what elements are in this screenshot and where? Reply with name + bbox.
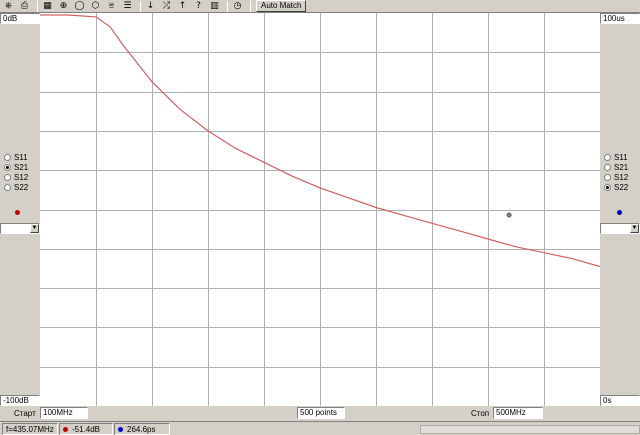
left-marker-color-icon[interactable] (15, 210, 20, 215)
chevron-down-icon[interactable]: ▼ (30, 224, 39, 233)
points-input[interactable]: 500 points (297, 407, 345, 419)
right-trace-select[interactable]: ▼ (600, 223, 640, 234)
left-radio-s12[interactable]: S12 (4, 172, 28, 182)
stop-frequency-input[interactable]: 500MHz (493, 407, 543, 419)
scale-icon[interactable]: ⩸ (105, 0, 118, 12)
radio-button-icon[interactable] (604, 153, 611, 161)
clock-icon[interactable]: ◷ (231, 0, 244, 12)
left-radio-s22[interactable]: S22 (4, 182, 28, 192)
radio-button-icon[interactable] (604, 183, 611, 191)
start-label: Старт (14, 409, 36, 418)
radio-button-icon[interactable] (4, 153, 11, 161)
radio-label: S22 (614, 182, 629, 192)
red-marker-icon (63, 426, 68, 432)
sweep-controls: Старт 100MHz 500 points Стоп 500MHz (0, 406, 640, 420)
right-top-scale[interactable]: 100us (600, 13, 640, 24)
stop-label: Стоп (471, 409, 490, 418)
toolbar-buttons: ⎈ ⎙ ▦ ⊕ ◯ ⬡ ⩸ ☰ ↓ ⤮ ↑? ▥ ◷ (2, 0, 247, 12)
right-bottom-scale[interactable]: 0s (600, 395, 640, 406)
left-radio-s21[interactable]: S21 (4, 162, 28, 172)
radio-label: S21 (614, 162, 629, 172)
marker-swap-icon[interactable]: ⤮ (160, 0, 173, 12)
right-marker-color-icon[interactable] (617, 210, 622, 215)
toolbar-separator (37, 0, 38, 12)
left-param-group: S11 S21 S12 S22 (4, 152, 28, 192)
radio-label: S21 (14, 162, 29, 172)
circle-icon[interactable]: ◯ (73, 0, 86, 12)
toolbar-separator (140, 0, 141, 12)
radio-button-icon[interactable] (604, 173, 611, 181)
left-trace-select[interactable]: ▼ (0, 223, 40, 234)
help-icon[interactable]: ? (192, 0, 205, 12)
radio-label: S12 (614, 172, 629, 182)
status-magnitude-value: -51.4dB (72, 424, 101, 434)
network-icon[interactable]: ⎈ (2, 0, 15, 12)
right-radio-s12[interactable]: S12 (604, 172, 628, 182)
radio-label: S11 (614, 152, 628, 162)
radio-button-icon[interactable] (4, 173, 11, 181)
left-bottom-scale[interactable]: -100dB (0, 395, 40, 406)
trace-marker[interactable] (506, 212, 512, 218)
arrow-down-icon[interactable]: ↓ (144, 0, 157, 12)
lines-icon[interactable]: ☰ (121, 0, 134, 12)
plot-area[interactable] (40, 13, 601, 406)
status-delay-value: 264.6ps (127, 424, 156, 434)
toolbar: ⎈ ⎙ ▦ ⊕ ◯ ⬡ ⩸ ☰ ↓ ⤮ ↑? ▥ ◷ Auto Match (0, 0, 640, 13)
status-magnitude: -51.4dB (59, 423, 113, 435)
right-radio-s22[interactable]: S22 (604, 182, 628, 192)
crosshair-icon[interactable]: ⊕ (57, 0, 70, 12)
status-frequency: f=435.07MHz (2, 423, 58, 435)
plot-svg (40, 13, 601, 406)
status-bar: f=435.07MHz -51.4dB 264.6ps (0, 421, 640, 435)
status-delay: 264.6ps (114, 423, 170, 435)
blue-marker-icon (118, 426, 123, 432)
right-radio-s11[interactable]: S11 (604, 152, 628, 162)
left-radio-s11[interactable]: S11 (4, 152, 28, 162)
right-radio-s21[interactable]: S21 (604, 162, 628, 172)
horizontal-scrollbar[interactable] (420, 425, 640, 434)
arrow-up-icon[interactable]: ↑ (176, 0, 189, 12)
auto-match-button[interactable]: Auto Match (256, 0, 307, 12)
right-panel: 100us S11 S21 S12 S22 ▼ 0s (600, 13, 640, 406)
toolbar-separator (227, 0, 228, 12)
toolbar-separator (250, 0, 251, 12)
calibrate-icon[interactable]: ▦ (41, 0, 54, 12)
left-panel: 0dB S11 S21 S12 S22 ▼ -100dB (0, 13, 40, 406)
radio-button-icon[interactable] (604, 163, 611, 171)
radio-label: S11 (14, 152, 28, 162)
start-frequency-input[interactable]: 100MHz (40, 407, 88, 419)
hexagon-icon[interactable]: ⬡ (89, 0, 102, 12)
left-top-scale[interactable]: 0dB (0, 13, 40, 24)
grid-icon[interactable]: ▥ (208, 0, 221, 12)
radio-button-icon[interactable] (4, 163, 11, 171)
print-icon[interactable]: ⎙ (18, 0, 31, 12)
radio-label: S12 (14, 172, 29, 182)
chevron-down-icon[interactable]: ▼ (630, 224, 639, 233)
radio-label: S22 (14, 182, 29, 192)
right-param-group: S11 S21 S12 S22 (604, 152, 628, 192)
radio-button-icon[interactable] (4, 183, 11, 191)
